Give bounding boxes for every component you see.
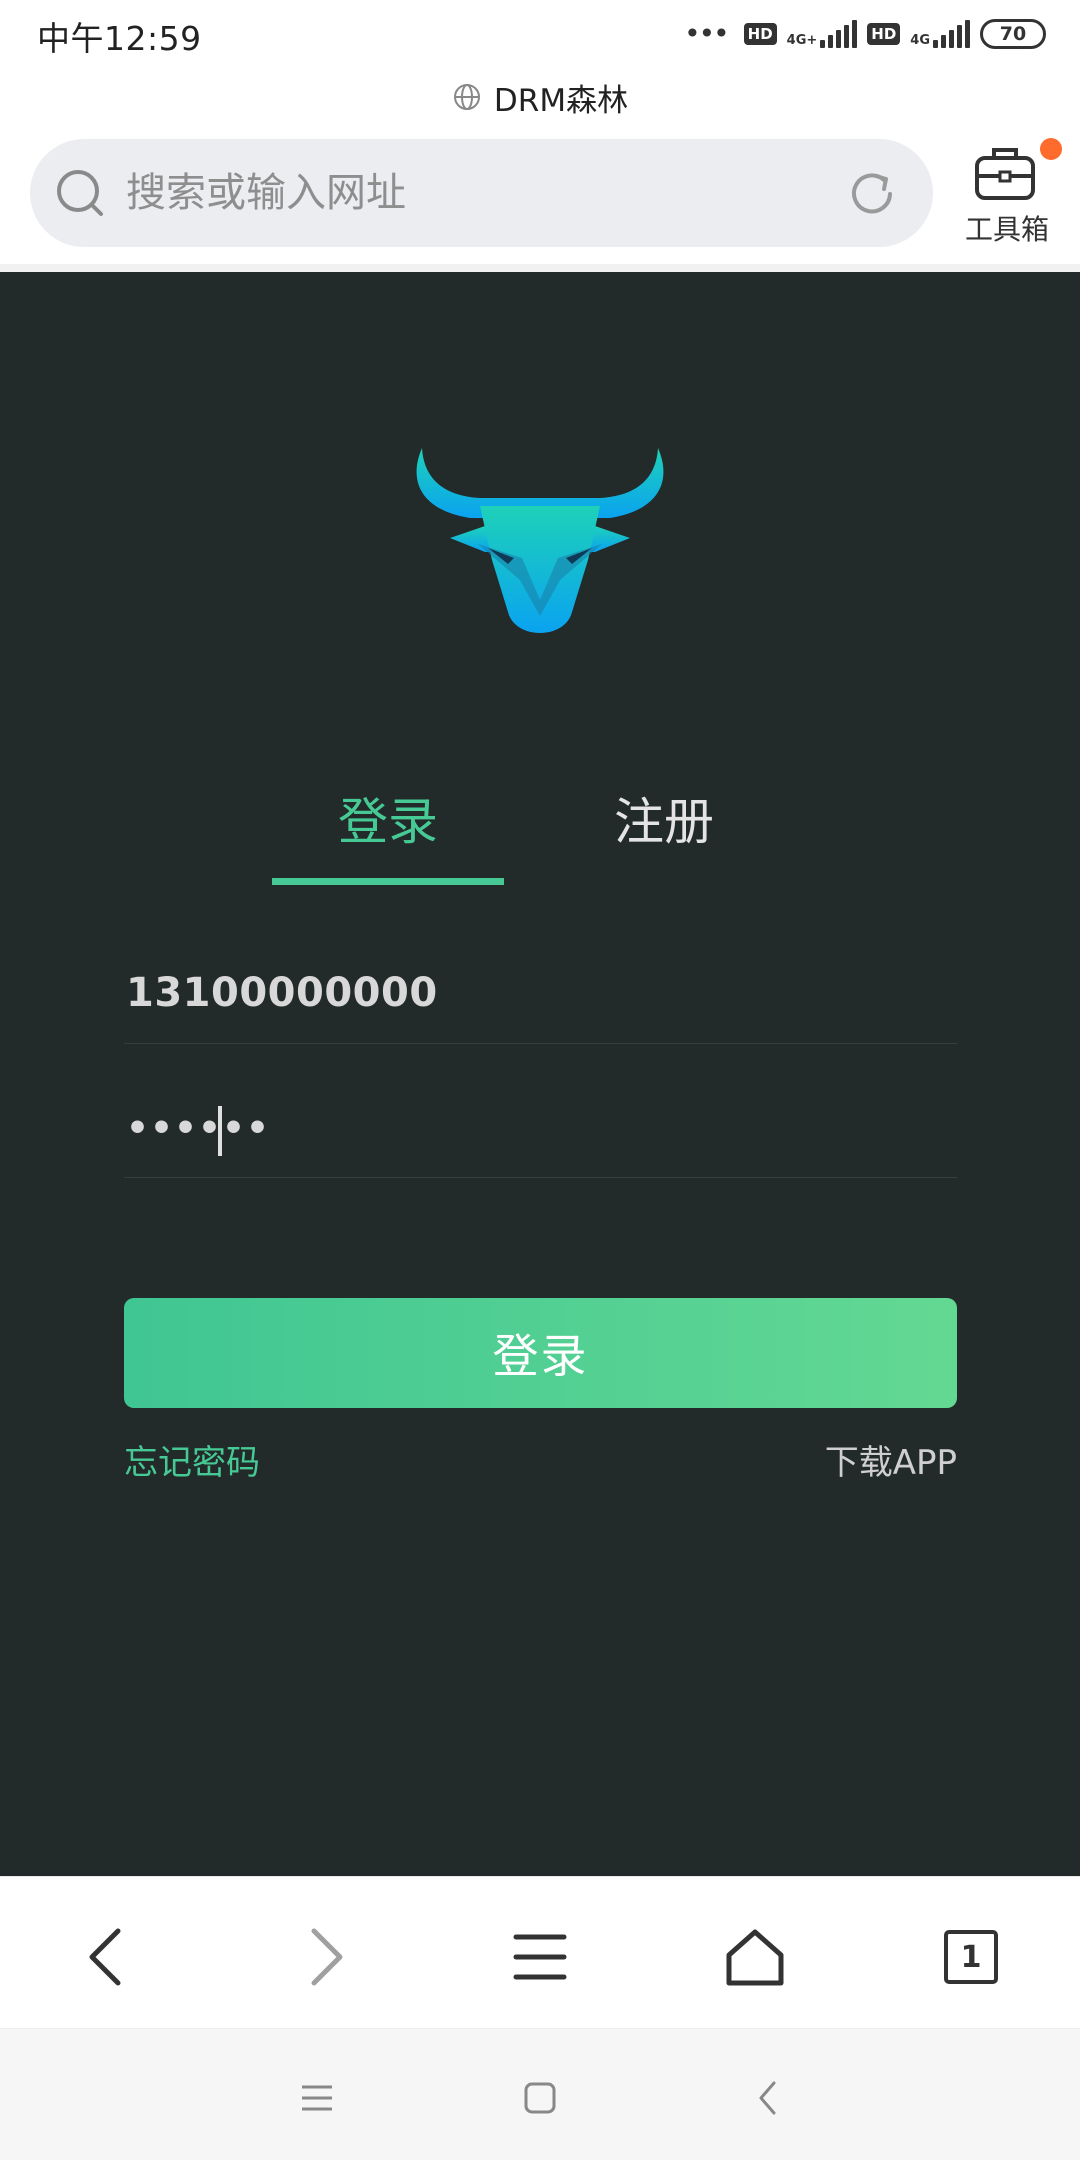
bull-logo-icon (416, 448, 664, 633)
square-home-icon (524, 2082, 556, 2114)
phone-input-value: 13100000000 (126, 970, 438, 1016)
search-input[interactable] (126, 163, 826, 223)
network-type-1: 4G+ (786, 33, 818, 48)
download-app-link[interactable]: 下载APP (825, 1435, 957, 1484)
home-button[interactable] (715, 1917, 795, 1997)
browser-toolbar: 1 (0, 1876, 1080, 2028)
signal-1: 4G+ (787, 20, 858, 48)
page-title-row: DRM森林 (0, 74, 1080, 120)
signal-2: 4G (910, 20, 970, 48)
toolbox-label: 工具箱 (964, 213, 1049, 246)
login-page: 登录 注册 13100000000 •••••• 登录 忘记密码 下载APP (0, 272, 1080, 1876)
reload-icon[interactable] (846, 168, 898, 220)
more-dots-icon: ••• (684, 17, 730, 50)
signal-bars-icon (933, 20, 970, 48)
address-bar[interactable] (30, 139, 933, 247)
system-nav-bar (0, 2028, 1080, 2160)
phone-field[interactable]: 13100000000 (124, 944, 957, 1044)
forgot-password-link[interactable]: 忘记密码 (124, 1435, 260, 1484)
tab-login[interactable]: 登录 (272, 782, 504, 854)
password-field[interactable]: •••••• (124, 1078, 957, 1178)
text-caret (218, 1106, 222, 1156)
active-tab-indicator (272, 878, 504, 885)
back-button[interactable] (67, 1917, 147, 1997)
password-input-value: •••••• (126, 1108, 271, 1149)
menu-icon (513, 1934, 567, 1980)
system-home-button[interactable] (515, 2073, 565, 2123)
toolbox-icon (975, 148, 1035, 200)
system-back-icon (759, 2081, 776, 2115)
tab-register[interactable]: 注册 (548, 782, 780, 854)
network-type-2: 4G (910, 33, 930, 48)
toolbox-button[interactable]: 工具箱 (952, 138, 1062, 248)
status-icons: ••• HD 4G+ HD 4G 70 (684, 16, 1046, 52)
recents-button[interactable] (292, 2073, 342, 2123)
tabs-icon: 1 (944, 1930, 998, 1984)
back-icon (89, 1928, 121, 1986)
system-back-button[interactable] (743, 2073, 793, 2123)
globe-icon (453, 84, 480, 110)
auth-tabs: 登录 注册 (0, 782, 1080, 872)
search-icon (57, 170, 103, 216)
status-bar: 中午12:59 ••• HD 4G+ HD 4G 70 (0, 0, 1080, 66)
hd-badge-2: HD (867, 23, 901, 45)
recents-icon (302, 2085, 332, 2111)
signal-bars-icon (820, 20, 858, 48)
status-time: 中午12:59 (37, 19, 202, 58)
forward-button[interactable] (285, 1917, 365, 1997)
menu-button[interactable] (500, 1917, 580, 1997)
forward-icon (311, 1928, 343, 1986)
header-divider (0, 264, 1080, 272)
login-button[interactable]: 登录 (124, 1298, 957, 1408)
tabs-button[interactable]: 1 (931, 1917, 1011, 1997)
home-icon (726, 1929, 784, 1986)
notification-dot (1040, 138, 1062, 160)
battery-icon: 70 (980, 19, 1046, 49)
page-title: DRM森林 (493, 82, 629, 119)
hd-badge: HD (743, 23, 777, 45)
